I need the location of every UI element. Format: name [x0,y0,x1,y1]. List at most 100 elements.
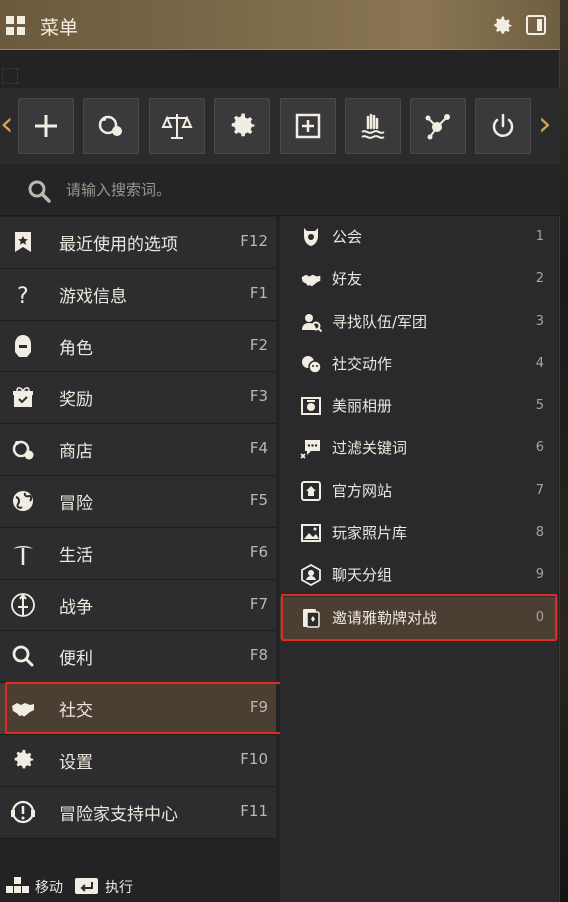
toolbar-button-settings[interactable] [214,98,270,154]
handshake-icon [301,275,321,287]
toolbar-button-scales[interactable] [149,98,205,154]
category-label: 最近使用的选项 [59,235,178,255]
submenu-item-find-party[interactable]: 寻找队伍/军团 3 [280,301,558,343]
submenu-item-friends[interactable]: 好友 2 [280,258,558,300]
helmet-icon [15,334,31,357]
submenu-label: 官方网站 [332,481,393,500]
hotkey-label: F10 [240,749,268,768]
hotkey-label: 7 [535,482,544,498]
hotkey-label: 5 [535,398,544,414]
toolbar-button-plus[interactable] [18,98,74,154]
submenu-item-photo-gallery[interactable]: 玩家照片库 8 [280,512,558,554]
category-label: 冒险 [59,493,93,514]
guild-icon [304,228,318,246]
submenu-item-guild[interactable]: 公会 1 [280,216,558,258]
question-icon: ? [17,284,29,307]
gear-icon [14,749,34,769]
submenu-label: 玩家照片库 [332,524,408,543]
plus-icon [35,115,57,137]
category-item-settings[interactable]: 设置 F10 [0,734,276,787]
hotkey-label: 6 [535,440,544,456]
background-strip [560,0,568,902]
category-label: 战争 [59,597,93,618]
magnifier-icon [12,645,34,667]
submenu-item-album[interactable]: 美丽相册 5 [280,385,558,427]
category-item-life[interactable]: 生活 F6 [0,527,276,580]
menu-header: 菜单 [0,0,560,50]
hotkey-label: F4 [249,439,268,458]
scroll-left-arrow[interactable]: ‹ [0,107,14,141]
grid-menu-icon[interactable] [6,16,26,36]
search-input[interactable] [66,176,536,204]
submenu-item-chat-group[interactable]: 聊天分组 9 [280,554,558,596]
hotkey-label: F1 [249,283,268,302]
home-page-icon [301,480,321,501]
hotkey-label: F8 [249,646,268,665]
emote-icon [302,355,322,374]
hotkey-label: F12 [240,232,268,250]
submenu-item-social-actions[interactable]: 社交动作 4 [280,343,558,385]
network-icon [425,114,450,140]
toolbar-button-shop[interactable] [83,98,139,154]
category-item-war[interactable]: 战争 F7 [0,579,276,632]
chat-filter-icon [300,440,320,460]
arrow-keys-icon [6,877,29,893]
submenu-label: 聊天分组 [332,566,393,585]
submenu-item-official-site[interactable]: 官方网站 7 [280,470,558,512]
scroll-right-arrow[interactable]: › [538,107,552,141]
category-list: 最近使用的选项 F12 ? 游戏信息 F1 角色 F2 奖励 F3 商店 F4 … [0,217,276,839]
add-frame-icon [295,113,321,139]
hotkey-label: 1 [535,229,544,244]
toolbar-button-power[interactable] [475,98,531,154]
category-item-adventure[interactable]: 冒险 F5 [0,475,276,528]
submenu-label: 公会 [332,228,363,246]
menu-title: 菜单 [40,17,79,39]
submenu-label: 过滤关键词 [332,439,408,458]
category-label: 设置 [59,752,93,773]
shop-icon [12,440,34,460]
category-label: 生活 [59,545,93,566]
hand-wave-icon [361,113,385,139]
gear-icon[interactable] [490,14,514,38]
category-label: 商店 [59,442,93,463]
sword-emblem-icon [11,592,35,617]
execute-hint-label: 执行 [105,880,133,896]
category-item-game-info[interactable]: ? 游戏信息 F1 [0,268,276,321]
submenu-label: 社交动作 [332,354,393,373]
hotkey-label: F5 [249,490,268,509]
move-hint-label: 移动 [35,880,63,896]
toolbar-button-add-frame[interactable] [280,98,336,154]
card-battle-highlight-box [281,594,557,641]
category-item-convenience[interactable]: 便利 F8 [0,631,276,684]
category-item-shop[interactable]: 商店 F4 [0,424,276,476]
hotkey-label: 8 [535,525,544,541]
search-icon [28,180,51,203]
camera-icon [301,397,321,416]
category-item-recent[interactable]: 最近使用的选项 F12 [0,217,276,269]
social-highlight-box [5,682,285,734]
scales-icon [161,114,193,139]
category-item-support-center[interactable]: 冒险家支持中心 F11 [0,786,276,839]
toolbar-button-hand[interactable] [345,98,401,154]
dock-panel-icon[interactable] [526,15,546,35]
hotkey-label: 3 [535,313,544,329]
submenu-item-keyword-filter[interactable]: 过滤关键词 6 [280,427,558,469]
hotkey-label: F2 [249,335,268,354]
category-label: 游戏信息 [59,286,127,307]
category-label: 便利 [59,649,93,670]
key-hint-footer: 移动 执行 [0,873,276,899]
support-headset-icon [11,800,35,823]
chat-group-icon [301,564,321,587]
category-label: 奖励 [59,390,93,411]
gift-icon [13,387,33,408]
party-icon [302,313,322,332]
gear-icon [231,113,255,137]
photo-gallery-icon [301,524,321,543]
hotkey-label: 9 [535,567,544,583]
submenu-label: 寻找队伍/军团 [332,312,428,331]
category-item-rewards[interactable]: 奖励 F3 [0,372,276,425]
toolbar-button-network[interactable] [410,98,466,154]
category-item-character[interactable]: 角色 F2 [0,320,276,373]
hotkey-label: F6 [249,542,268,561]
hotkey-label: F3 [249,387,268,406]
